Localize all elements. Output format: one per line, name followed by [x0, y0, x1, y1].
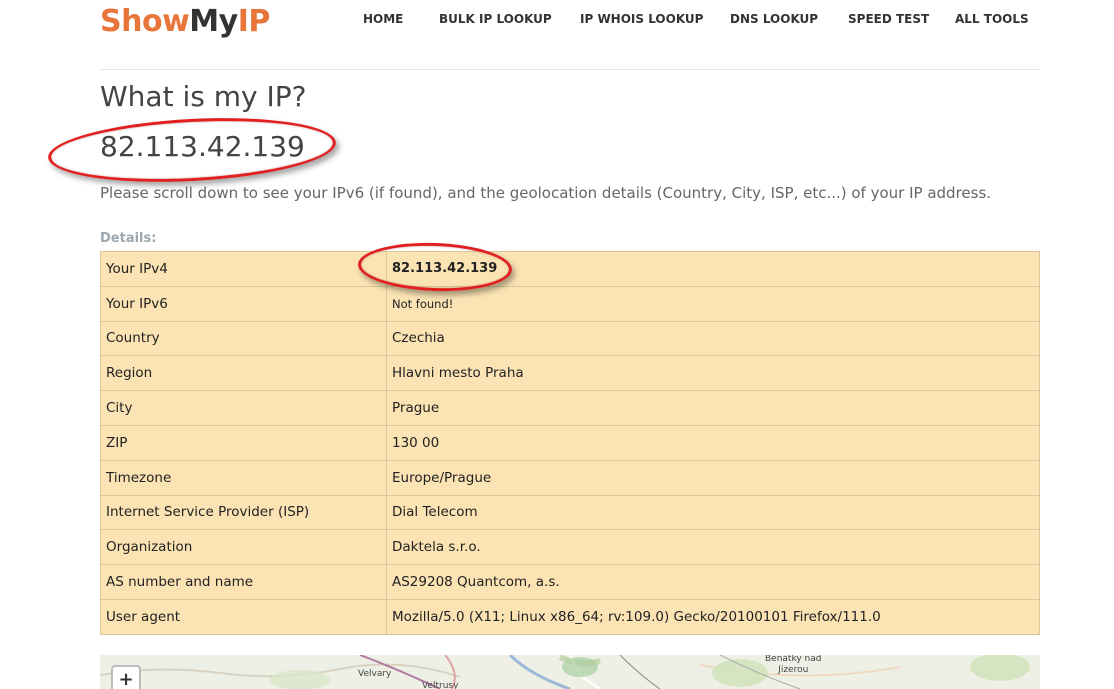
- highlight-circle: [46, 111, 338, 189]
- row-value: 130 00: [386, 424, 1040, 461]
- map-tiles: [100, 655, 1040, 689]
- row-label: Internet Service Provider (ISP): [100, 494, 387, 531]
- table-row: AS number and name AS29208 Quantcom, a.s…: [100, 564, 1040, 600]
- table-row: ZIP 130 00: [100, 424, 1040, 461]
- map-label-velvary: Velvary: [358, 669, 392, 679]
- map-label-benatky: Benátky nad Jizerou: [765, 655, 822, 675]
- row-label: AS number and name: [100, 564, 387, 600]
- row-value: Mozilla/5.0 (X11; Linux x86_64; rv:109.0…: [386, 598, 1040, 635]
- row-label: City: [100, 390, 387, 426]
- nav-home[interactable]: HOME: [363, 12, 403, 26]
- main-nav: HOME BULK IP LOOKUP IP WHOIS LOOKUP DNS …: [0, 12, 1114, 32]
- row-value: Dial Telecom: [386, 494, 1040, 531]
- map-label-veltrusy: Veltrusy: [422, 681, 459, 689]
- row-label: ZIP: [100, 424, 387, 461]
- location-map[interactable]: + Velvary Veltrusy Benátky nad Jizerou: [100, 655, 1040, 689]
- row-value: Czechia: [386, 320, 1040, 357]
- intro-text: Please scroll down to see your IPv6 (if …: [100, 184, 992, 202]
- table-row: Internet Service Provider (ISP) Dial Tel…: [100, 494, 1040, 531]
- row-value: Prague: [386, 390, 1040, 426]
- row-label: Country: [100, 320, 387, 357]
- table-row: Organization Daktela s.r.o.: [100, 529, 1040, 566]
- table-row: City Prague: [100, 390, 1040, 426]
- header-divider: [100, 69, 1040, 70]
- details-table: Your IPv4 82.113.42.139 Your IPv6 Not fo…: [100, 251, 1040, 635]
- nav-ip-whois-lookup[interactable]: IP WHOIS LOOKUP: [580, 12, 703, 26]
- table-row: Timezone Europe/Prague: [100, 459, 1040, 496]
- page-title: What is my IP?: [100, 80, 307, 113]
- table-row: Your IPv6 Not found!: [100, 285, 1040, 322]
- row-value: Daktela s.r.o.: [386, 529, 1040, 566]
- map-zoom-in-button[interactable]: +: [111, 665, 141, 689]
- row-label: Timezone: [100, 459, 387, 496]
- row-label: Your IPv6: [100, 285, 387, 322]
- row-value: Not found!: [386, 285, 1040, 322]
- row-value: Europe/Prague: [386, 459, 1040, 496]
- row-value: Hlavni mesto Praha: [386, 355, 1040, 392]
- row-label: User agent: [100, 598, 387, 635]
- row-label: Region: [100, 355, 387, 392]
- nav-all-tools[interactable]: ALL TOOLS: [955, 12, 1029, 26]
- nav-speed-test[interactable]: SPEED TEST: [848, 12, 929, 26]
- nav-dns-lookup[interactable]: DNS LOOKUP: [730, 12, 818, 26]
- nav-bulk-ip-lookup[interactable]: BULK IP LOOKUP: [439, 12, 552, 26]
- table-row: User agent Mozilla/5.0 (X11; Linux x86_6…: [100, 598, 1040, 635]
- table-row: Country Czechia: [100, 320, 1040, 357]
- details-label: Details:: [100, 231, 157, 246]
- table-row: Region Hlavni mesto Praha: [100, 355, 1040, 392]
- table-row: Your IPv4 82.113.42.139: [100, 251, 1040, 287]
- row-value: AS29208 Quantcom, a.s.: [386, 564, 1040, 600]
- row-label: Organization: [100, 529, 387, 566]
- row-label: Your IPv4: [100, 251, 387, 287]
